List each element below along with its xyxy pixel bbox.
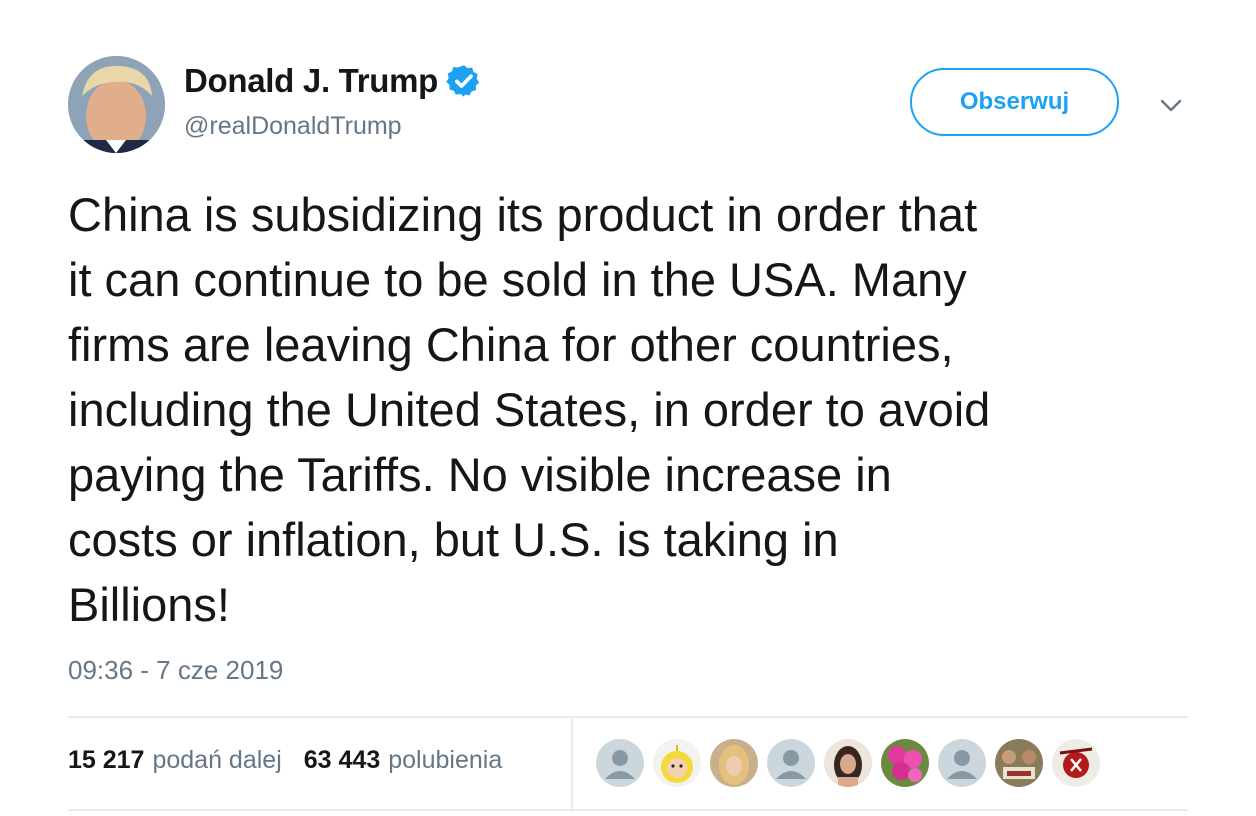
retweets-count: 15 217 [68, 746, 145, 774]
likes-label: polubienia [388, 746, 503, 774]
liker-avatar[interactable] [767, 739, 815, 787]
default-avatar-icon [938, 739, 986, 787]
retweets-label: podań dalej [152, 746, 282, 774]
author-photo [68, 56, 165, 153]
likes-stat[interactable]: 63 443 polubienia [304, 746, 502, 775]
author-handle[interactable]: @realDonaldTrump [184, 112, 402, 141]
liker-avatar[interactable] [995, 739, 1043, 787]
tweet-text-line: paying the Tariffs. No visible increase … [68, 448, 892, 501]
liker-avatar[interactable] [596, 739, 644, 787]
stats-divider-bottom [68, 809, 1188, 811]
liker-avatar[interactable] [710, 739, 758, 787]
default-avatar-icon [767, 739, 815, 787]
author-name-row: Donald J. Trump [184, 62, 482, 100]
tweet-stats: 15 217 podań dalej 63 443 polubienia [68, 746, 524, 775]
chevron-down-icon[interactable] [1158, 92, 1184, 118]
tweet-text-line: firms are leaving China for other countr… [68, 318, 954, 371]
likers-avatars [596, 739, 1109, 787]
follow-button[interactable]: Obserwuj [910, 68, 1119, 136]
tweet-text-line: it can continue to be sold in the USA. M… [68, 253, 967, 306]
photo-avatar-icon [1052, 739, 1100, 787]
liker-avatar[interactable] [1052, 739, 1100, 787]
likes-count: 63 443 [303, 746, 381, 774]
stats-divider-top [68, 716, 1188, 718]
author-display-name[interactable]: Donald J. Trump [184, 62, 438, 100]
tweet-timestamp[interactable]: 09:36 - 7 cze 2019 [68, 655, 283, 686]
tweet-text-line: China is subsidizing its product in orde… [68, 188, 978, 241]
liker-avatar[interactable] [938, 739, 986, 787]
tweet-text: China is subsidizing its product in orde… [68, 182, 1198, 637]
photo-avatar-icon [653, 739, 701, 787]
photo-avatar-icon [710, 739, 758, 787]
tweet-text-line: Billions! [68, 578, 230, 631]
default-avatar-icon [596, 739, 644, 787]
verified-badge-icon [446, 65, 480, 97]
author-avatar[interactable] [68, 56, 165, 153]
stats-divider-vertical [571, 718, 573, 809]
tweet-text-line: costs or inflation, but U.S. is taking i… [68, 513, 839, 566]
liker-avatar[interactable] [653, 739, 701, 787]
liker-avatar[interactable] [881, 739, 929, 787]
retweets-stat[interactable]: 15 217 podań dalej [68, 746, 282, 775]
photo-avatar-icon [995, 739, 1043, 787]
photo-avatar-icon [881, 739, 929, 787]
photo-avatar-icon [824, 739, 872, 787]
liker-avatar[interactable] [824, 739, 872, 787]
tweet-text-line: including the United States, in order to… [68, 383, 991, 436]
